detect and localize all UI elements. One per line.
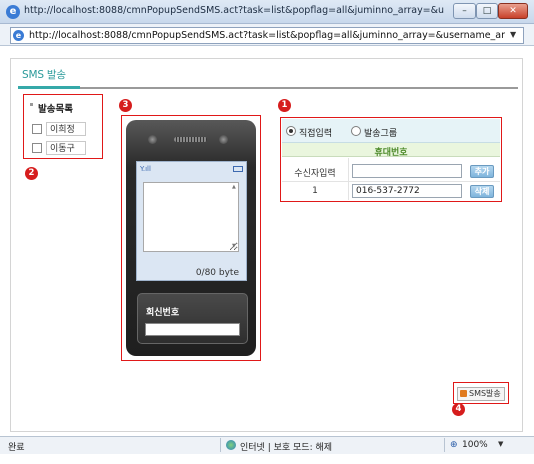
signal-icon: Y.ıll xyxy=(140,165,151,173)
page-title: SMS 발송 xyxy=(22,69,66,81)
send-list-heading: 발송목록 xyxy=(38,104,73,115)
radio-group-label: 발송그룹 xyxy=(364,129,398,139)
row-divider xyxy=(282,181,500,182)
camera-icon xyxy=(148,135,157,144)
list-item-name: 이동구 xyxy=(46,141,86,155)
page-icon: e xyxy=(13,30,24,41)
radio-direct-label: 직접입력 xyxy=(299,129,333,139)
column-header-phone: 휴대번호 xyxy=(374,148,408,158)
close-button[interactable]: ✕ xyxy=(498,3,528,19)
scroll-down-icon[interactable]: ▼ xyxy=(232,243,236,249)
delete-recipient-button[interactable]: 삭제 xyxy=(470,185,494,198)
radio-send-group[interactable] xyxy=(351,126,361,136)
recipient-input[interactable] xyxy=(352,164,462,178)
radio-direct-input[interactable] xyxy=(286,126,296,136)
bullet-icon xyxy=(30,103,33,106)
recipient-phone-number: 016-537-2772 xyxy=(352,184,462,198)
marker-3: 3 xyxy=(119,99,132,112)
send-icon xyxy=(460,390,467,397)
chevron-down-icon[interactable]: ▼ xyxy=(510,30,520,39)
scroll-up-icon[interactable]: ▲ xyxy=(232,184,236,190)
sensor-icon xyxy=(219,135,228,144)
list-item-checkbox[interactable] xyxy=(32,124,42,134)
window-title: http://localhost:8088/cmnPopupSendSMS.ac… xyxy=(24,5,444,16)
list-item-checkbox[interactable] xyxy=(32,143,42,153)
address-bar: e http://localhost:8088/cmnPopupSendSMS.… xyxy=(0,24,534,46)
zoom-icon[interactable]: ⊕ xyxy=(450,440,458,450)
address-text[interactable]: http://localhost:8088/cmnPopupSendSMS.ac… xyxy=(29,30,505,41)
reply-number-label: 회신번호 xyxy=(146,308,180,318)
list-item-name: 이희정 xyxy=(46,122,86,136)
reply-number-panel xyxy=(137,293,248,344)
minimize-button[interactable]: – xyxy=(453,3,476,19)
reply-number-input[interactable] xyxy=(145,323,240,336)
ie-icon: e xyxy=(6,5,20,19)
marker-1: 1 xyxy=(278,99,291,112)
battery-icon xyxy=(233,166,243,172)
status-text: 완료 xyxy=(8,443,25,453)
chevron-down-icon[interactable]: ▼ xyxy=(498,440,503,448)
zoom-level[interactable]: 100% xyxy=(462,440,488,450)
maximize-button[interactable]: □ xyxy=(476,3,498,19)
title-accent xyxy=(18,86,80,89)
title-divider xyxy=(18,87,518,89)
add-recipient-button[interactable]: 추가 xyxy=(470,165,494,178)
message-textarea[interactable] xyxy=(143,182,239,252)
security-zone[interactable]: 인터넷 | 보호 모드: 해제 xyxy=(240,440,332,453)
status-separator xyxy=(444,438,445,452)
recipient-input-label: 수신자입력 xyxy=(294,169,336,179)
status-separator xyxy=(220,438,221,452)
address-field[interactable]: e http://localhost:8088/cmnPopupSendSMS.… xyxy=(10,27,524,44)
row-index: 1 xyxy=(312,186,318,196)
marker-4: 4 xyxy=(452,403,465,416)
byte-counter: 0/80 byte xyxy=(195,268,239,278)
send-sms-label: SMS발송 xyxy=(469,389,501,398)
globe-icon xyxy=(226,440,236,450)
speaker-grille xyxy=(174,137,207,142)
send-sms-button[interactable]: SMS발송 xyxy=(457,387,505,401)
column-divider xyxy=(348,158,349,200)
marker-2: 2 xyxy=(25,167,38,180)
